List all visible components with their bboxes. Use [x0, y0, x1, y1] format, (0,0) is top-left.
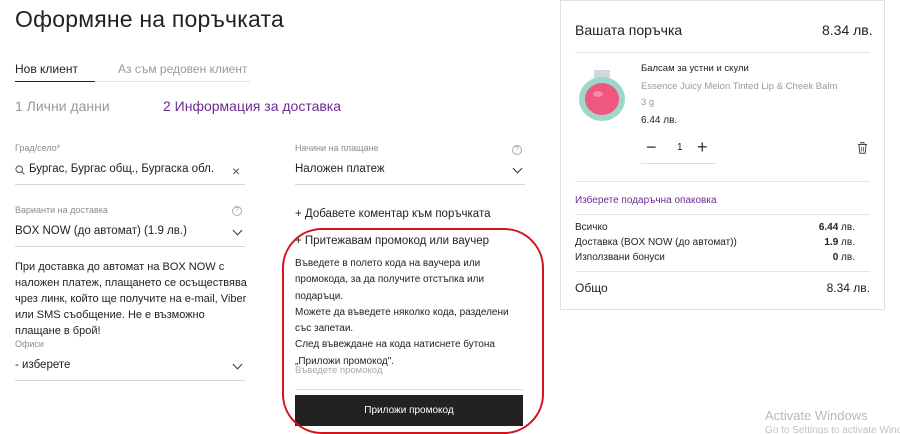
page-title: Оформяне на поръчката — [15, 6, 284, 32]
activate-windows-watermark: Activate Windows — [765, 408, 868, 423]
payment-field-line — [295, 184, 525, 185]
add-comment-link[interactable]: + Добавете коментар към поръчката — [295, 208, 490, 220]
tab-registered-client[interactable]: Аз съм редовен клиент — [118, 62, 247, 76]
summary-total-top: 8.34 лв. — [822, 22, 873, 38]
row-subtotal-label: Всичко — [575, 222, 608, 233]
gift-wrap-link[interactable]: Изберете подаръчна опаковка — [575, 195, 717, 206]
delivery-select[interactable]: BOX NOW (до автомат) (1.9 лв.) — [15, 225, 187, 237]
product-description: Essence Juicy Melon Tinted Lip & Cheek B… — [641, 81, 838, 92]
help-icon[interactable]: ? — [232, 206, 242, 216]
offices-field-line — [15, 380, 245, 381]
row-delivery-label: Доставка (BOX NOW (до автомат)) — [575, 237, 737, 248]
summary-title: Вашата поръчка — [575, 22, 683, 38]
product-name[interactable]: Балсам за устни и скули — [641, 63, 749, 74]
product-image[interactable] — [578, 70, 626, 122]
chevron-down-icon[interactable] — [232, 359, 243, 370]
step-personal-data[interactable]: 1 Лични данни — [15, 98, 110, 114]
client-tabs: Нов клиент Аз съм редовен клиент — [15, 60, 250, 82]
tab-new-client[interactable]: Нов клиент — [15, 62, 78, 76]
increase-qty-button[interactable]: + — [697, 138, 708, 156]
offices-label: Офиси — [15, 339, 44, 349]
clear-city-icon[interactable]: × — [232, 164, 240, 178]
row-delivery-value: 1.9 лв. — [824, 237, 855, 248]
delivery-label: Варианти на доставка — [15, 205, 108, 215]
active-tab-indicator — [15, 81, 95, 82]
activate-windows-subtext: Go to Settings to activate Windows. — [765, 425, 900, 434]
city-input[interactable]: Бургас, Бургас общ., Бургаска обл. — [29, 163, 214, 175]
stepper-line — [641, 163, 716, 164]
row-bonus-label: Използвани бонуси — [575, 252, 665, 263]
grand-total-label: Общо — [575, 281, 608, 295]
row-subtotal-value: 6.44 лв. — [818, 222, 855, 233]
offices-select[interactable]: - изберете — [15, 359, 70, 371]
summary-divider — [575, 52, 870, 53]
highlight-annotation — [282, 228, 544, 434]
payment-label: Начини на плащане — [295, 143, 379, 153]
quantity-value[interactable]: 1 — [677, 142, 683, 153]
summary-divider — [575, 214, 870, 215]
decrease-qty-button[interactable]: − — [646, 138, 657, 156]
order-summary-panel — [560, 0, 885, 310]
step-delivery-info[interactable]: 2 Информация за доставка — [163, 98, 341, 114]
product-price: 6.44 лв. — [641, 115, 678, 126]
chevron-down-icon[interactable] — [232, 225, 243, 236]
payment-select[interactable]: Наложен платеж — [295, 163, 385, 175]
summary-divider — [575, 181, 870, 182]
chevron-down-icon[interactable] — [512, 163, 523, 174]
trash-icon[interactable] — [857, 142, 868, 154]
delivery-field-line — [15, 246, 245, 247]
product-size: 3 g — [641, 97, 655, 108]
delivery-note: При доставка до автомат на BOX NOW с нал… — [15, 261, 247, 337]
row-bonus-value: 0 лв. — [832, 252, 855, 263]
summary-divider — [575, 271, 870, 272]
search-icon — [15, 165, 25, 175]
city-label: Град/село* — [15, 143, 61, 153]
grand-total-value: 8.34 лв. — [826, 281, 870, 295]
city-field-line — [15, 184, 245, 185]
help-icon[interactable]: ? — [512, 145, 522, 155]
